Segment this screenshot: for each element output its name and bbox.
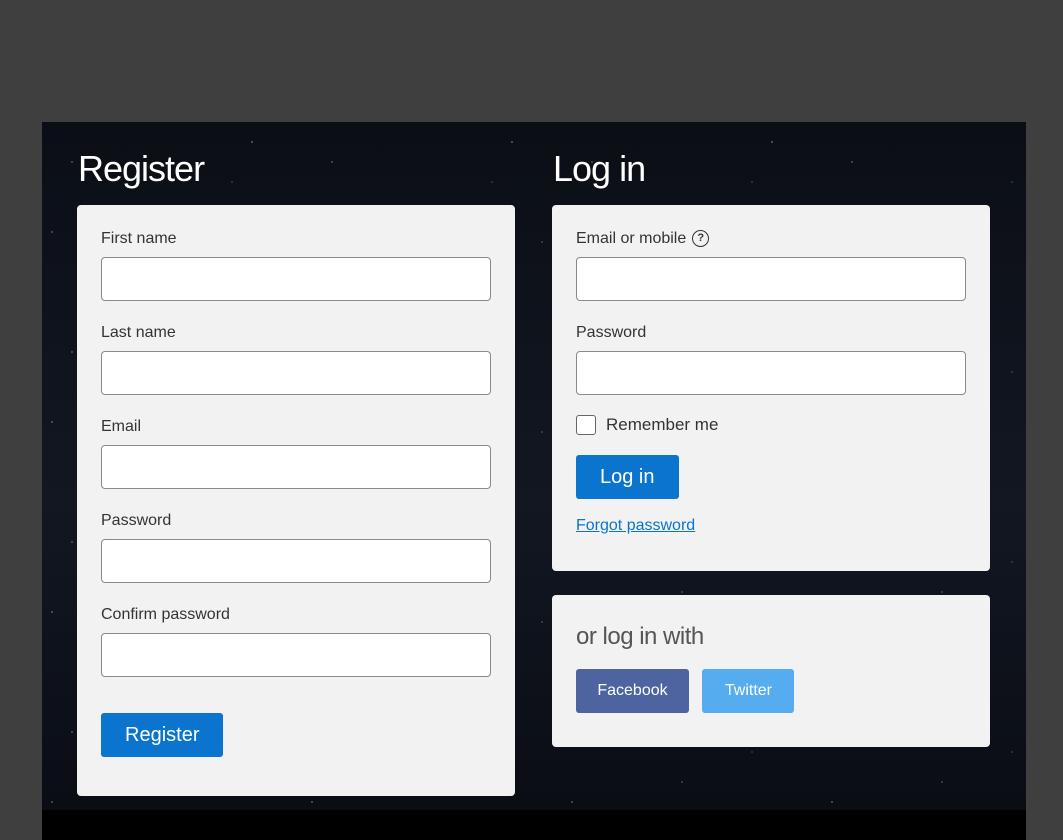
first-name-input[interactable] [101,257,491,301]
login-email-label-row: Email or mobile? [576,229,966,249]
question-circle-icon[interactable]: ? [692,230,710,248]
confirm-password-group: Confirm password [101,605,491,677]
password-label: Password [101,512,172,529]
register-panel: First name Last name Email Password Conf… [77,205,515,796]
social-login-title: or log in with [576,623,704,650]
last-name-group: Last name [101,323,491,395]
login-password-group: Password [576,323,966,395]
register-title: Register [78,148,205,189]
last-name-input[interactable] [101,351,491,395]
remember-me-checkbox[interactable] [576,415,596,435]
login-panel: Email or mobile? Password Remember me Lo… [552,205,990,571]
login-password-label: Password [576,324,647,341]
email-group: Email [101,417,491,489]
login-title: Log in [553,148,646,189]
twitter-button[interactable]: Twitter [702,669,795,713]
email-input[interactable] [101,445,491,489]
register-button[interactable]: Register [101,713,224,757]
email-label: Email [101,418,142,435]
first-name-group: First name [101,229,491,301]
login-email-group: Email or mobile? [576,229,966,301]
last-name-label: Last name [101,324,176,341]
login-email-input[interactable] [576,257,966,301]
login-password-input[interactable] [576,351,966,395]
password-group: Password [101,511,491,583]
first-name-label: First name [101,230,177,247]
facebook-button[interactable]: Facebook [576,669,689,713]
footer-bar [42,810,1026,840]
remember-me-row: Remember me [576,415,966,435]
forgot-password-link[interactable]: Forgot password [576,517,695,534]
password-input[interactable] [101,539,491,583]
social-buttons-row: Facebook Twitter [576,669,966,713]
login-email-label: Email or mobile [576,230,687,247]
login-button[interactable]: Log in [576,455,679,499]
remember-me-label: Remember me [606,415,719,434]
social-login-panel: or log in with Facebook Twitter [552,595,990,747]
forgot-password-row: Forgot password [576,517,966,535]
confirm-password-label: Confirm password [101,606,230,623]
confirm-password-input[interactable] [101,633,491,677]
